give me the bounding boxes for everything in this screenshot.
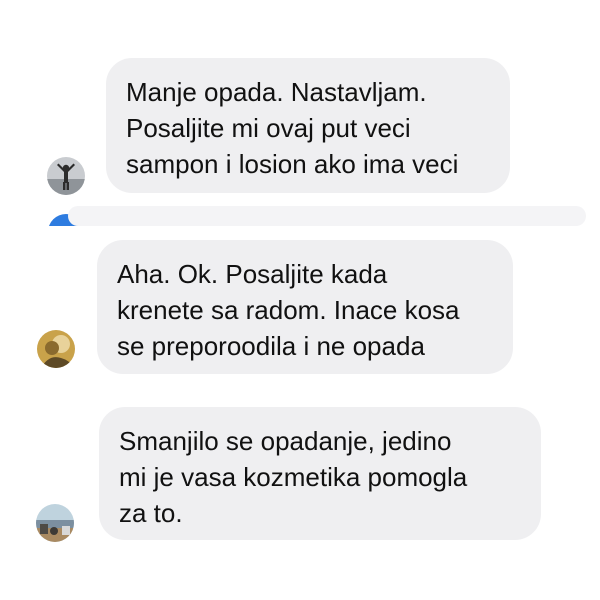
landscape-avatar-icon xyxy=(36,504,74,542)
message-text-line: Posaljite mi ovaj put veci xyxy=(126,113,411,143)
cropped-message-fragment xyxy=(38,206,586,226)
message-text-line: krenete sa radom. Inace kosa xyxy=(117,295,460,325)
message-text-line: mi je vasa kozmetika pomogla xyxy=(119,462,468,492)
chat-screen: Manje opada. Nastavljam. Posaljite mi ov… xyxy=(0,0,600,600)
sender-avatar[interactable] xyxy=(37,330,75,368)
cropped-bubble-edge xyxy=(68,206,586,226)
message-bubble[interactable]: Aha. Ok. Posaljite kada krenete sa radom… xyxy=(97,240,513,374)
message-text-line: Aha. Ok. Posaljite kada xyxy=(117,259,388,289)
message-text-line: se preporoodila i ne opada xyxy=(117,331,425,361)
message-text-line: za to. xyxy=(119,498,183,528)
sender-avatar[interactable] xyxy=(36,504,74,542)
person-silhouette-avatar-icon xyxy=(47,157,85,195)
message-bubble[interactable]: Manje opada. Nastavljam. Posaljite mi ov… xyxy=(106,58,510,193)
message-text-line: Manje opada. Nastavljam. xyxy=(126,77,427,107)
message-text-line: sampon i losion ako ima veci xyxy=(126,149,459,179)
golden-portrait-avatar-icon xyxy=(37,330,75,368)
sender-avatar[interactable] xyxy=(47,157,85,195)
message-bubble[interactable]: Smanjilo se opadanje, jedino mi je vasa … xyxy=(99,407,541,540)
message-text-line: Smanjilo se opadanje, jedino xyxy=(119,426,452,456)
